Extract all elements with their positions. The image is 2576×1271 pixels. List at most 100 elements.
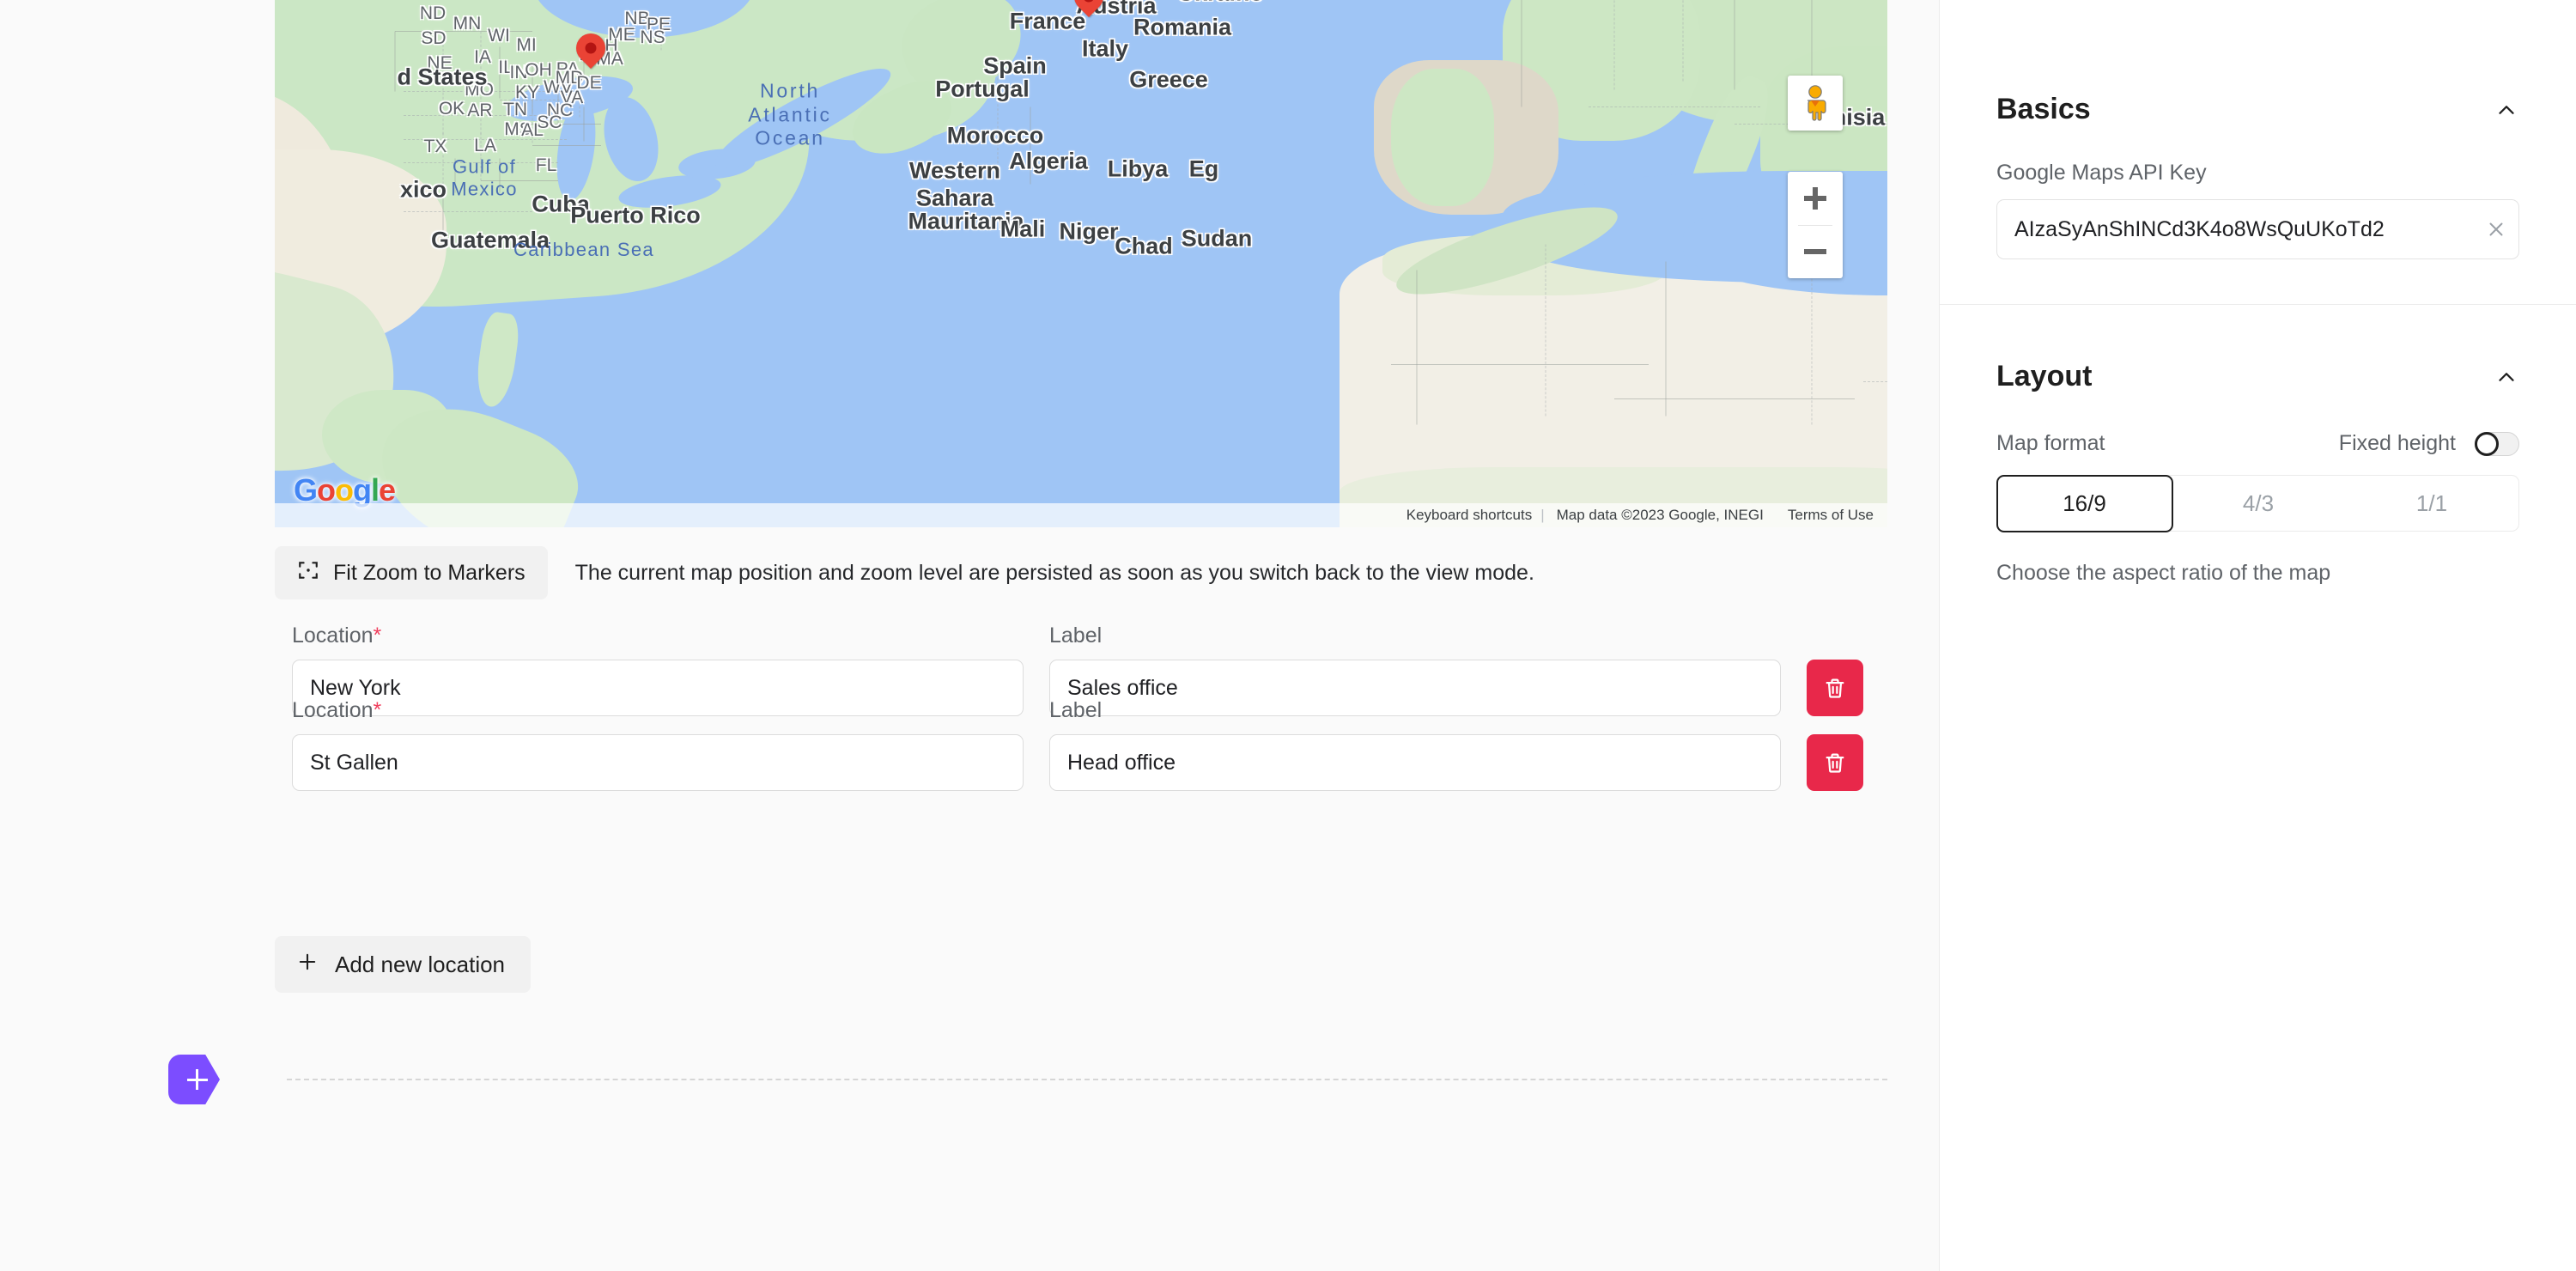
country-border-line: [1417, 271, 1418, 425]
google-map[interactable]: NDMNWISDMINBPEMENSNEIAILINOHPAHMANMOKYWV…: [275, 0, 1887, 527]
map-helper-text: The current map position and zoom level …: [575, 561, 1534, 586]
location-field-label: Location*: [292, 623, 1024, 648]
country-border-line: [1863, 381, 1887, 382]
fixed-height-label: Fixed height: [2339, 431, 2456, 456]
label-field-block: Label: [1049, 698, 1781, 791]
toggle-knob: [2475, 432, 2499, 456]
chevron-up-icon[interactable]: [2494, 97, 2519, 123]
map-label: ND: [420, 3, 446, 24]
map-label: AL: [521, 120, 544, 141]
map-label: Italy: [1082, 36, 1128, 63]
map-zoom-controls[interactable]: [1788, 172, 1843, 278]
map-label: WI: [488, 26, 510, 46]
country-border-line: [532, 145, 601, 146]
required-asterisk: *: [374, 698, 382, 722]
location-row: Location* Label: [292, 698, 1863, 791]
map-toolbar: Fit Zoom to Markers The current map posi…: [275, 546, 1534, 599]
basics-title: Basics: [1996, 93, 2091, 126]
keyboard-shortcuts-link[interactable]: Keyboard shortcuts: [1398, 507, 1540, 524]
add-location-wrap: Add new location: [275, 936, 531, 993]
map-label: Eg: [1189, 156, 1219, 183]
country-border-line: [404, 211, 532, 212]
landmass-iberia: [1391, 69, 1494, 206]
layout-panel: Layout Map format Fixed height 16/9 4/3 1/…: [1940, 305, 2576, 586]
map-label: TN: [503, 100, 527, 120]
country-border-line: [1391, 364, 1649, 365]
fit-zoom-to-markers-button[interactable]: Fit Zoom to Markers: [275, 546, 548, 599]
basics-panel-header[interactable]: Basics: [1996, 93, 2519, 126]
map-label: France: [1010, 9, 1086, 35]
map-label: Chad: [1115, 234, 1173, 260]
map-label: Spain: [983, 53, 1047, 80]
country-border-line: [395, 32, 396, 92]
map-canvas[interactable]: NDMNWISDMINBPEMENSNEIAILINOHPAHMANMOKYWV…: [275, 0, 1887, 527]
add-block-row: [168, 1055, 1887, 1104]
map-label: Morocco: [947, 123, 1044, 149]
add-block-button[interactable]: [168, 1055, 220, 1104]
label-input[interactable]: [1049, 734, 1781, 791]
map-label: Caribbean Sea: [513, 239, 654, 261]
map-label: Greece: [1129, 67, 1208, 94]
app-root: NDMNWISDMINBPEMENSNEIAILINOHPAHMANMOKYWV…: [0, 0, 2576, 1271]
aspect-ratio-caption: Choose the aspect ratio of the map: [1996, 561, 2519, 586]
map-format-segmented-control[interactable]: 16/9 4/3 1/1: [1996, 475, 2519, 532]
street-view-pegman-icon[interactable]: [1788, 76, 1843, 131]
map-label: MI: [516, 35, 536, 56]
country-border-line: [1614, 0, 1615, 90]
api-key-input[interactable]: [1996, 199, 2519, 259]
zoom-in-button[interactable]: [1788, 172, 1843, 225]
map-label: OK: [439, 99, 465, 119]
country-border-line: [1614, 398, 1855, 399]
country-border-line: [1666, 262, 1667, 417]
map-label: Ukraine: [1177, 0, 1262, 7]
add-new-location-button[interactable]: Add new location: [275, 936, 531, 993]
map-data-attribution: Map data ©2023 Google, INEGI: [1545, 507, 1776, 524]
fit-zoom-label: Fit Zoom to Markers: [333, 561, 526, 586]
map-label: MN: [453, 14, 482, 34]
map-label: Romania: [1133, 15, 1231, 41]
map-label: Libya: [1108, 156, 1169, 183]
basics-panel: Basics Google Maps API Key: [1940, 0, 2576, 304]
terms-of-use-link[interactable]: Terms of Use: [1776, 507, 1879, 524]
map-label: Western Sahara: [909, 157, 1000, 213]
map-label: SD: [421, 28, 446, 49]
location-input[interactable]: [292, 734, 1024, 791]
map-format-label: Map format: [1996, 431, 2105, 456]
map-format-option-16-9[interactable]: 16/9: [1996, 475, 2173, 532]
map-label: Sudan: [1182, 226, 1253, 252]
map-label: Mali: [1000, 216, 1046, 243]
location-field-label: Location*: [292, 698, 1024, 723]
label-field-label: Label: [1049, 623, 1781, 648]
close-icon[interactable]: [2485, 218, 2507, 240]
trash-icon: [1823, 676, 1847, 700]
chevron-up-icon[interactable]: [2494, 364, 2519, 390]
map-label: North Atlantic Ocean: [748, 80, 832, 151]
required-asterisk: *: [374, 623, 382, 648]
map-format-row: Map format Fixed height: [1996, 431, 2519, 456]
map-label: LA: [474, 136, 496, 156]
map-label: Algeria: [1009, 149, 1088, 175]
map-label: AR: [467, 100, 492, 121]
delete-location-button[interactable]: [1807, 734, 1863, 791]
trash-icon: [1823, 751, 1847, 775]
map-label: d States: [397, 64, 487, 91]
map-attribution-bar: Keyboard shortcuts | Map data ©2023 Goog…: [275, 503, 1887, 527]
plus-icon: [295, 950, 319, 980]
layout-title: Layout: [1996, 360, 2092, 393]
map-format-option-1-1[interactable]: 1/1: [2345, 476, 2518, 531]
map-label: FL: [536, 155, 557, 176]
settings-sidebar: Basics Google Maps API Key AIzaSyAnShINC…: [1939, 0, 2576, 1271]
map-format-option-4-3[interactable]: 4/3: [2172, 476, 2345, 531]
zoom-out-button[interactable]: [1788, 226, 1843, 279]
map-label: Puerto Rico: [570, 203, 701, 229]
label-field-label: Label: [1049, 698, 1781, 723]
country-border-line: [1589, 106, 1760, 107]
map-label: TX: [424, 137, 447, 157]
fixed-height-toggle[interactable]: [2475, 432, 2519, 456]
fit-frame-icon: [297, 559, 319, 587]
layout-panel-header[interactable]: Layout: [1996, 360, 2519, 393]
map-label: Gulf of Mexico: [451, 156, 518, 202]
map-label: Niger: [1059, 219, 1118, 246]
location-field-block: Location*: [292, 698, 1024, 791]
country-border-line: [1683, 0, 1684, 82]
